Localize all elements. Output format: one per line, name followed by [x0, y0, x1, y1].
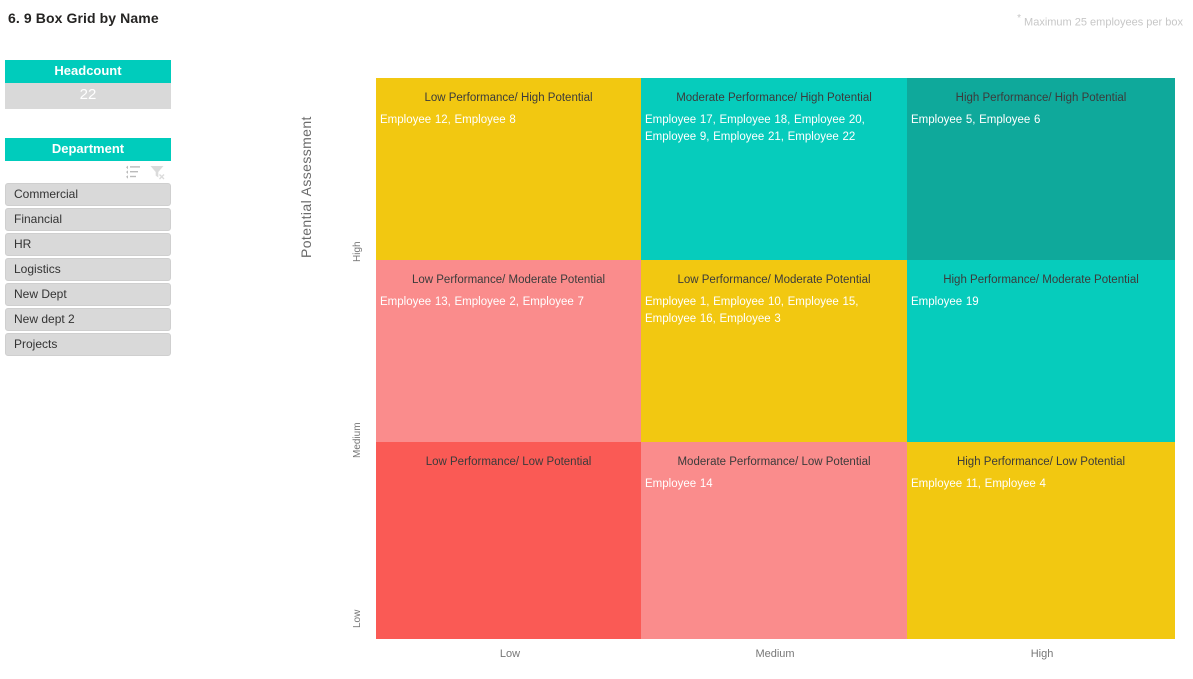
- grid-cell-low-low[interactable]: Low Performance/ Low Potential: [376, 442, 641, 639]
- department-slicer: Department Commercial Financial HR Logis…: [5, 138, 171, 358]
- nine-box-grid-chart: Potential Assessment High Medium Low Low…: [290, 78, 1190, 668]
- y-axis-title: Potential Assessment: [298, 116, 314, 258]
- note-text: Maximum 25 employees per box: [1020, 16, 1183, 29]
- department-slicer-title: Department: [5, 138, 171, 161]
- sort-list-icon[interactable]: [125, 164, 141, 180]
- headcount-card: Headcount 22: [5, 60, 171, 109]
- x-tick-low: Low: [499, 648, 521, 660]
- slicer-item-financial[interactable]: Financial: [5, 208, 171, 231]
- grid-cell-title: High Performance/ Moderate Potential: [943, 274, 1139, 286]
- max-employees-note: * Maximum 25 employees per box: [1017, 13, 1183, 29]
- grid-cell-medium-low[interactable]: Moderate Performance/ Low Potential Empl…: [641, 442, 907, 639]
- y-tick-low: Low: [352, 609, 363, 628]
- headcount-card-title: Headcount: [5, 60, 171, 83]
- grid-cell-names: Employee 11, Employee 4: [911, 478, 1046, 490]
- grid-cell-medium-high[interactable]: Moderate Performance/ High Potential Emp…: [641, 78, 907, 260]
- grid-cell-high-medium[interactable]: High Performance/ Moderate Potential Emp…: [907, 260, 1175, 442]
- grid-cell-high-high[interactable]: High Performance/ High Potential Employe…: [907, 78, 1175, 260]
- page-title: 6. 9 Box Grid by Name: [8, 10, 159, 26]
- grid-cell-names: Employee 19: [911, 296, 979, 308]
- y-tick-high: High: [352, 241, 363, 262]
- grid-cell-low-high[interactable]: Low Performance/ High Potential Employee…: [376, 78, 641, 260]
- grid-cell-medium-medium[interactable]: Low Performance/ Moderate Potential Empl…: [641, 260, 907, 442]
- department-slicer-list: Commercial Financial HR Logistics New De…: [5, 183, 171, 356]
- x-tick-high: High: [1030, 648, 1054, 660]
- grid-cell-names: Employee 5, Employee 6: [911, 114, 1041, 126]
- grid-cell-names: Employee 1, Employee 10, Employee 15, Em…: [645, 296, 859, 325]
- grid-cell-title: Moderate Performance/ Low Potential: [677, 456, 871, 468]
- y-tick-medium: Medium: [352, 422, 363, 458]
- grid-cell-title: High Performance/ High Potential: [955, 92, 1127, 104]
- slicer-item-new-dept[interactable]: New Dept: [5, 283, 171, 306]
- grid-cell-title: Low Performance/ Low Potential: [425, 456, 592, 468]
- department-slicer-toolbar: [5, 161, 171, 183]
- grid-cell-title: Low Performance/ High Potential: [424, 92, 593, 104]
- grid-cell-title: Moderate Performance/ High Potential: [676, 92, 872, 104]
- slicer-item-logistics[interactable]: Logistics: [5, 258, 171, 281]
- slicer-item-commercial[interactable]: Commercial: [5, 183, 171, 206]
- slicer-item-new-dept-2[interactable]: New dept 2: [5, 308, 171, 331]
- nine-box-grid: Low Performance/ High Potential Employee…: [376, 78, 1175, 639]
- grid-cell-title: Low Performance/ Moderate Potential: [411, 274, 606, 286]
- grid-cell-names: Employee 14: [645, 478, 713, 490]
- grid-cell-title: High Performance/ Low Potential: [956, 456, 1126, 468]
- x-tick-medium: Medium: [755, 648, 795, 660]
- clear-filter-icon[interactable]: [149, 164, 165, 180]
- grid-cell-title: Low Performance/ Moderate Potential: [677, 274, 871, 286]
- grid-cell-names: Employee 13, Employee 2, Employee 7: [380, 296, 584, 308]
- grid-cell-high-low[interactable]: High Performance/ Low Potential Employee…: [907, 442, 1175, 639]
- headcount-card-value: 22: [5, 83, 171, 109]
- grid-cell-names: Employee 17, Employee 18, Employee 20, E…: [645, 114, 865, 143]
- grid-cell-names: Employee 12, Employee 8: [380, 114, 516, 126]
- slicer-item-projects[interactable]: Projects: [5, 333, 171, 356]
- grid-cell-low-medium[interactable]: Low Performance/ Moderate Potential Empl…: [376, 260, 641, 442]
- slicer-item-hr[interactable]: HR: [5, 233, 171, 256]
